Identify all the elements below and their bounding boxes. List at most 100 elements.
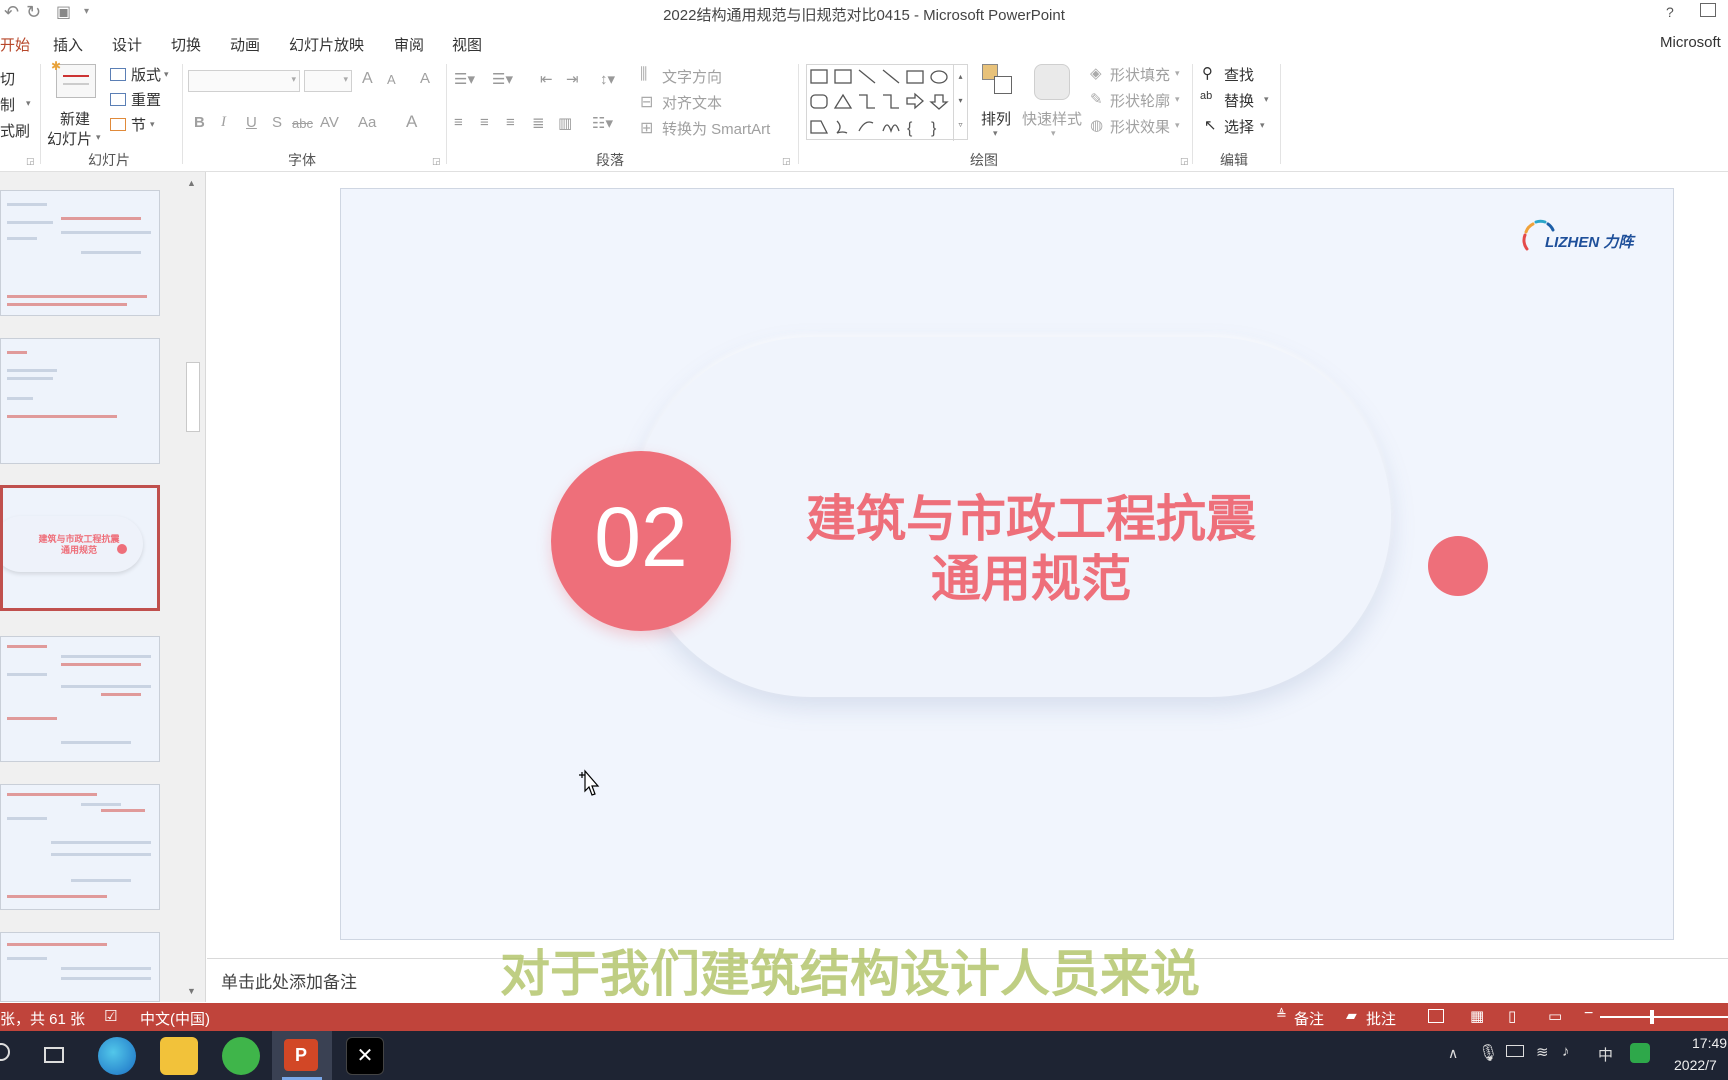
tab-review[interactable]: 审阅 <box>394 34 424 55</box>
tab-insert[interactable]: 插入 <box>53 34 83 55</box>
font-launcher-icon[interactable]: ◲ <box>432 156 441 167</box>
text-direction-button[interactable]: 文字方向 <box>662 66 722 87</box>
layout-dropdown-icon[interactable]: ▾ <box>164 69 169 80</box>
shape-outline-button[interactable]: 形状轮廓 <box>1110 90 1170 111</box>
cut-button[interactable]: 切 <box>0 68 15 89</box>
underline-button[interactable]: U <box>246 114 257 131</box>
zoom-out-button[interactable]: − <box>1584 1005 1593 1023</box>
font-name-box[interactable]: ▾ <box>188 70 300 92</box>
drawing-launcher-icon[interactable]: ◲ <box>1180 156 1189 167</box>
format-painter-button[interactable]: 式刷 <box>0 120 30 141</box>
new-slide-dropdown-icon[interactable]: ▾ <box>96 132 101 143</box>
shape-fill-button[interactable]: 形状填充 <box>1110 64 1170 85</box>
reading-view-icon[interactable]: ▯ <box>1508 1007 1516 1025</box>
account-name[interactable]: Microsoft <box>1660 34 1721 51</box>
tab-view[interactable]: 视图 <box>452 34 482 55</box>
quick-styles-icon[interactable] <box>1034 64 1070 100</box>
shape-effects-button[interactable]: 形状效果 <box>1110 116 1170 137</box>
shapes-gallery[interactable]: {} ▴ ▾ ▿ <box>806 64 968 141</box>
file-explorer-icon[interactable] <box>160 1037 198 1075</box>
paragraph-launcher-icon[interactable]: ◲ <box>782 156 791 167</box>
powerpoint-taskbar-button[interactable]: P <box>272 1031 332 1080</box>
battery-icon[interactable] <box>1506 1045 1524 1057</box>
shape-effects-dropdown-icon[interactable]: ▾ <box>1175 120 1180 131</box>
shape-outline-dropdown-icon[interactable]: ▾ <box>1175 94 1180 105</box>
copy-button[interactable]: 制 <box>0 94 15 115</box>
ime-indicator[interactable]: 中 <box>1598 1044 1613 1065</box>
clear-format-button[interactable]: A <box>420 70 430 87</box>
convert-smartart-button[interactable]: 转换为 SmartArt <box>662 118 770 139</box>
select-button[interactable]: 选择 <box>1224 116 1254 137</box>
section-dropdown-icon[interactable]: ▾ <box>150 119 155 130</box>
help-button[interactable]: ? <box>1666 4 1674 20</box>
tray-chevron-icon[interactable]: ∧ <box>1448 1045 1458 1062</box>
tab-home[interactable]: 开始 <box>0 34 31 60</box>
thumbnail-scrollbar[interactable]: ▲ ▼ <box>184 176 202 1002</box>
grow-font-button[interactable]: A <box>362 70 373 88</box>
columns-icon[interactable]: ☷▾ <box>592 114 613 132</box>
slide-thumbnail[interactable] <box>0 636 160 762</box>
slide-thumbnail[interactable] <box>0 190 160 316</box>
change-case-button[interactable]: Aa <box>358 114 376 131</box>
tab-design[interactable]: 设计 <box>112 34 142 55</box>
quick-styles-button[interactable]: 快速样式 <box>1022 108 1082 129</box>
italic-button[interactable]: I <box>221 114 226 131</box>
replace-dropdown-icon[interactable]: ▾ <box>1264 94 1269 105</box>
increase-indent-icon[interactable]: ⇥ <box>566 70 579 88</box>
app-tray-icon[interactable] <box>1630 1043 1650 1063</box>
volume-icon[interactable]: ♪ <box>1562 1043 1570 1060</box>
new-slide-label-1[interactable]: 新建 <box>60 108 90 129</box>
slide-thumbnail[interactable] <box>0 932 160 1002</box>
bold-button[interactable]: B <box>194 114 205 131</box>
char-spacing-button[interactable]: AV <box>320 114 339 131</box>
align-text-button[interactable]: 对齐文本 <box>662 92 722 113</box>
replace-button[interactable]: 替换 <box>1224 90 1254 111</box>
ribbon-display-icon[interactable] <box>1700 3 1716 17</box>
notes-placeholder[interactable]: 单击此处添加备注 <box>221 968 357 993</box>
slideshow-view-icon[interactable]: ▭ <box>1548 1007 1562 1025</box>
spellcheck-icon[interactable]: ☑ <box>104 1007 117 1025</box>
new-slide-label-2[interactable]: 幻灯片 <box>47 128 92 149</box>
justify-icon[interactable]: ≣ <box>532 114 545 132</box>
microphone-icon[interactable]: 🎙︎ <box>1478 1043 1498 1063</box>
decrease-indent-icon[interactable]: ⇤ <box>540 70 553 88</box>
copy-dropdown-icon[interactable]: ▾ <box>26 98 31 109</box>
layout-button[interactable]: 版式 <box>131 64 161 85</box>
clock-time[interactable]: 17:49 <box>1692 1035 1727 1051</box>
slide[interactable]: LIZHEN 力阵 02 建筑与市政工程抗震 通用规范 <box>340 188 1674 940</box>
quick-styles-dropdown-icon[interactable]: ▾ <box>1051 128 1056 139</box>
zoom-slider-thumb[interactable] <box>1650 1010 1654 1024</box>
slide-thumbnail-selected[interactable]: 建筑与市政工程抗震 通用规范 <box>0 485 160 611</box>
arrange-dropdown-icon[interactable]: ▾ <box>993 128 998 139</box>
clock-date[interactable]: 2022/7 <box>1674 1057 1717 1073</box>
find-button[interactable]: 查找 <box>1224 64 1254 85</box>
shape-fill-dropdown-icon[interactable]: ▾ <box>1175 68 1180 79</box>
tab-slideshow[interactable]: 幻灯片放映 <box>289 34 364 55</box>
tab-transitions[interactable]: 切换 <box>171 34 201 55</box>
new-slide-icon[interactable]: ✱ <box>51 59 96 98</box>
notes-toggle-button[interactable]: 备注 <box>1294 1008 1324 1029</box>
clipboard-launcher-icon[interactable]: ◲ <box>26 156 35 167</box>
line-spacing-icon[interactable]: ↕▾ <box>600 70 615 88</box>
comments-toggle-button[interactable]: 批注 <box>1366 1008 1396 1029</box>
font-color-button[interactable]: A <box>406 112 417 132</box>
numbering-icon[interactable]: ☰▾ <box>492 70 513 88</box>
slide-thumbnail[interactable] <box>0 784 160 910</box>
arrange-button[interactable]: 排列 <box>981 108 1011 129</box>
arrange-icon[interactable] <box>982 64 1014 96</box>
normal-view-icon[interactable] <box>1428 1009 1444 1023</box>
font-size-box[interactable]: ▾ <box>304 70 352 92</box>
text-shadow-button[interactable]: S <box>272 114 282 131</box>
capcut-icon[interactable]: ✕ <box>346 1037 384 1075</box>
align-right-icon[interactable]: ≡ <box>506 114 515 131</box>
select-dropdown-icon[interactable]: ▾ <box>1260 120 1265 131</box>
slide-sorter-icon[interactable]: ▦ <box>1470 1007 1484 1025</box>
bullets-icon[interactable]: ☰▾ <box>454 70 475 88</box>
align-left-icon[interactable]: ≡ <box>454 114 463 131</box>
language-indicator[interactable]: 中文(中国) <box>140 1008 210 1029</box>
align-center-icon[interactable]: ≡ <box>480 114 489 131</box>
distributed-icon[interactable]: ▥ <box>558 114 572 132</box>
tab-animations[interactable]: 动画 <box>230 34 260 55</box>
strikethrough-button[interactable]: abc <box>292 116 313 131</box>
search-icon[interactable] <box>0 1043 10 1061</box>
